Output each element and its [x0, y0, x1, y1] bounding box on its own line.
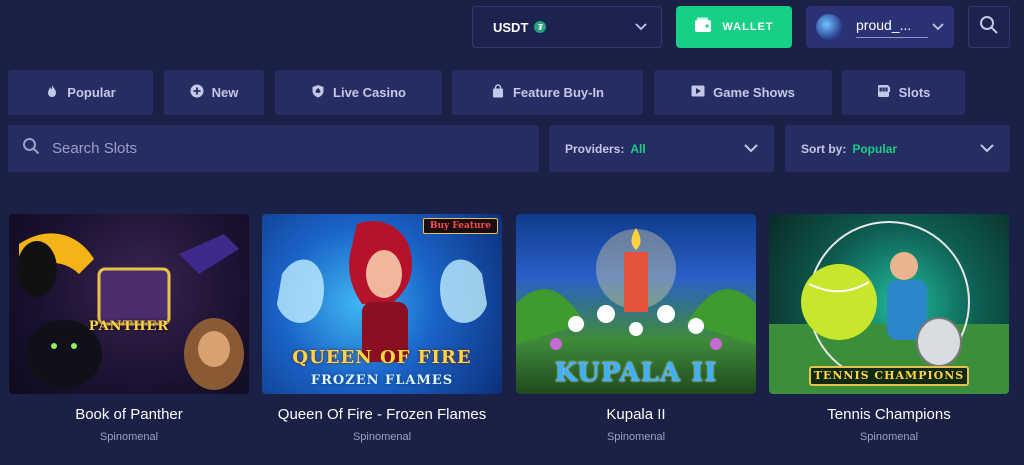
providers-value: All	[630, 141, 646, 156]
chevron-down-icon	[635, 18, 647, 36]
slot-machine-icon	[877, 84, 891, 101]
slot-search-field[interactable]	[8, 125, 539, 172]
play-icon	[691, 84, 705, 101]
game-card-tennis-champions[interactable]: TENNIS CHAMPIONS Tennis Champions Spinom…	[769, 214, 1009, 443]
username: proud_...	[856, 17, 928, 38]
search-input[interactable]	[52, 140, 512, 157]
tab-label: New	[211, 85, 239, 100]
header-search-button[interactable]	[968, 6, 1010, 48]
chevron-down-icon	[980, 142, 994, 156]
game-art-text: KUPALA II	[554, 358, 718, 388]
panther-artwork	[17, 233, 244, 390]
providers-label: Providers:	[565, 141, 625, 156]
tab-popular[interactable]: Popular	[8, 70, 153, 115]
tab-slots[interactable]: Slots	[842, 70, 965, 115]
search-icon	[22, 137, 40, 160]
top-bar: USDT ₮ WALLET proud_...	[0, 0, 1024, 56]
tab-label: Game Shows	[713, 85, 795, 100]
game-title: Book of Panther	[75, 406, 183, 423]
tab-feature-buy-in[interactable]: Feature Buy-In	[452, 70, 643, 115]
game-provider: Spinomenal	[99, 431, 159, 443]
tab-label: Slots	[898, 85, 931, 100]
wallet-button[interactable]: WALLET	[676, 6, 792, 48]
game-thumbnail[interactable]: Buy Feature QUEEN OF FIRE FROZEN FLAMES	[262, 214, 502, 394]
game-art-text: PANTHER	[88, 319, 170, 334]
plus-circle-icon	[190, 84, 204, 101]
chevron-down-icon	[932, 18, 944, 36]
currency-selector[interactable]: USDT ₮	[472, 6, 662, 48]
shield-spade-icon	[311, 84, 325, 101]
game-card-kupala-ii[interactable]: KUPALA II Kupala II Spinomenal	[516, 214, 756, 443]
game-provider: Spinomenal	[352, 431, 412, 443]
tab-live-casino[interactable]: Live Casino	[275, 70, 442, 115]
wallet-icon	[694, 17, 712, 38]
shopping-bag-icon	[491, 84, 505, 101]
game-title: Queen Of Fire - Frozen Flames	[277, 406, 487, 423]
sort-dropdown[interactable]: Sort by: Popular	[785, 125, 1010, 172]
game-card-queen-of-fire[interactable]: Buy Feature QUEEN OF FIRE FROZEN FLAMES …	[262, 214, 502, 443]
avatar	[816, 14, 842, 40]
game-provider: Spinomenal	[606, 431, 666, 443]
tab-label: Feature Buy-In	[512, 85, 604, 100]
buy-feature-badge: Buy Feature	[422, 218, 498, 234]
game-thumbnail[interactable]: KUPALA II	[516, 214, 756, 394]
wallet-label: WALLET	[722, 21, 774, 33]
game-title: Kupala II	[606, 406, 666, 423]
game-title: Tennis Champions	[827, 406, 951, 423]
sort-label: Sort by:	[801, 141, 847, 156]
tab-label: Live Casino	[333, 85, 406, 100]
game-art-text: QUEEN OF FIRE	[292, 347, 472, 368]
providers-dropdown[interactable]: Providers: All	[549, 125, 774, 172]
game-thumbnail[interactable]: PANTHER	[9, 214, 249, 394]
currency-code: USDT	[493, 19, 529, 35]
flame-icon	[45, 84, 59, 101]
game-provider: Spinomenal	[859, 431, 919, 443]
game-card-book-of-panther[interactable]: PANTHER Book of Panther Spinomenal	[9, 214, 249, 443]
sort-value: Popular	[852, 141, 898, 156]
game-thumbnail[interactable]: TENNIS CHAMPIONS	[769, 214, 1009, 394]
tab-new[interactable]: New	[164, 70, 264, 115]
tab-game-shows[interactable]: Game Shows	[654, 70, 832, 115]
game-art-subtext: FROZEN FLAMES	[310, 373, 454, 388]
tab-label: Popular	[67, 85, 116, 100]
search-icon	[979, 15, 999, 40]
user-menu[interactable]: proud_...	[806, 6, 954, 48]
game-art-text: TENNIS CHAMPIONS	[813, 369, 965, 382]
tether-coin-icon: ₮	[534, 21, 547, 33]
chevron-down-icon	[744, 142, 758, 156]
